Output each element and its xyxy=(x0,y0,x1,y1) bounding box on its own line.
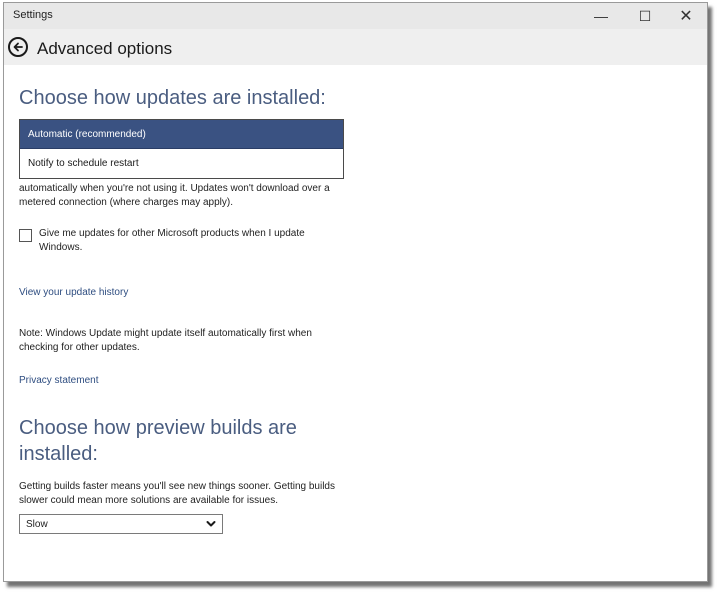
maximize-button[interactable]: ☐ xyxy=(623,3,667,29)
preview-heading: Choose how preview builds are installed: xyxy=(19,417,297,465)
updates-description: automatically when you're not using it. … xyxy=(19,183,330,208)
minimize-button[interactable]: — xyxy=(579,3,623,29)
settings-window: Settings — ☐ ✕ Advanced options Choose h… xyxy=(3,2,708,582)
note-text: Note: Windows Update might update itself… xyxy=(19,328,312,353)
title-bar[interactable]: Settings — ☐ ✕ xyxy=(4,3,707,29)
other-products-checkbox[interactable] xyxy=(19,229,32,242)
privacy-statement-link[interactable]: Privacy statement xyxy=(19,375,98,386)
preview-description: Getting builds faster means you'll see n… xyxy=(19,481,335,506)
back-arrow-icon xyxy=(13,42,23,52)
close-button[interactable]: ✕ xyxy=(664,3,708,29)
other-products-label: Give me updates for other Microsoft prod… xyxy=(39,228,305,253)
dropdown-option-notify[interactable]: Notify to schedule restart xyxy=(20,149,343,178)
preview-speed-select[interactable]: Slow xyxy=(19,514,223,534)
back-button[interactable] xyxy=(8,37,28,57)
main-content: Choose how updates are installed: Automa… xyxy=(4,65,707,580)
update-history-link[interactable]: View your update history xyxy=(19,287,128,298)
preview-speed-value: Slow xyxy=(26,519,48,530)
maximize-icon: ☐ xyxy=(638,7,652,24)
install-method-dropdown[interactable]: Automatic (recommended) Notify to schedu… xyxy=(19,119,344,179)
chevron-down-icon xyxy=(206,521,216,527)
minimize-icon: — xyxy=(594,8,608,24)
updates-heading: Choose how updates are installed: xyxy=(19,87,326,109)
window-title: Settings xyxy=(13,9,53,21)
close-icon: ✕ xyxy=(679,8,693,25)
dropdown-option-automatic[interactable]: Automatic (recommended) xyxy=(20,120,343,149)
page-title: Advanced options xyxy=(37,39,173,58)
page-header: Advanced options xyxy=(4,29,707,65)
